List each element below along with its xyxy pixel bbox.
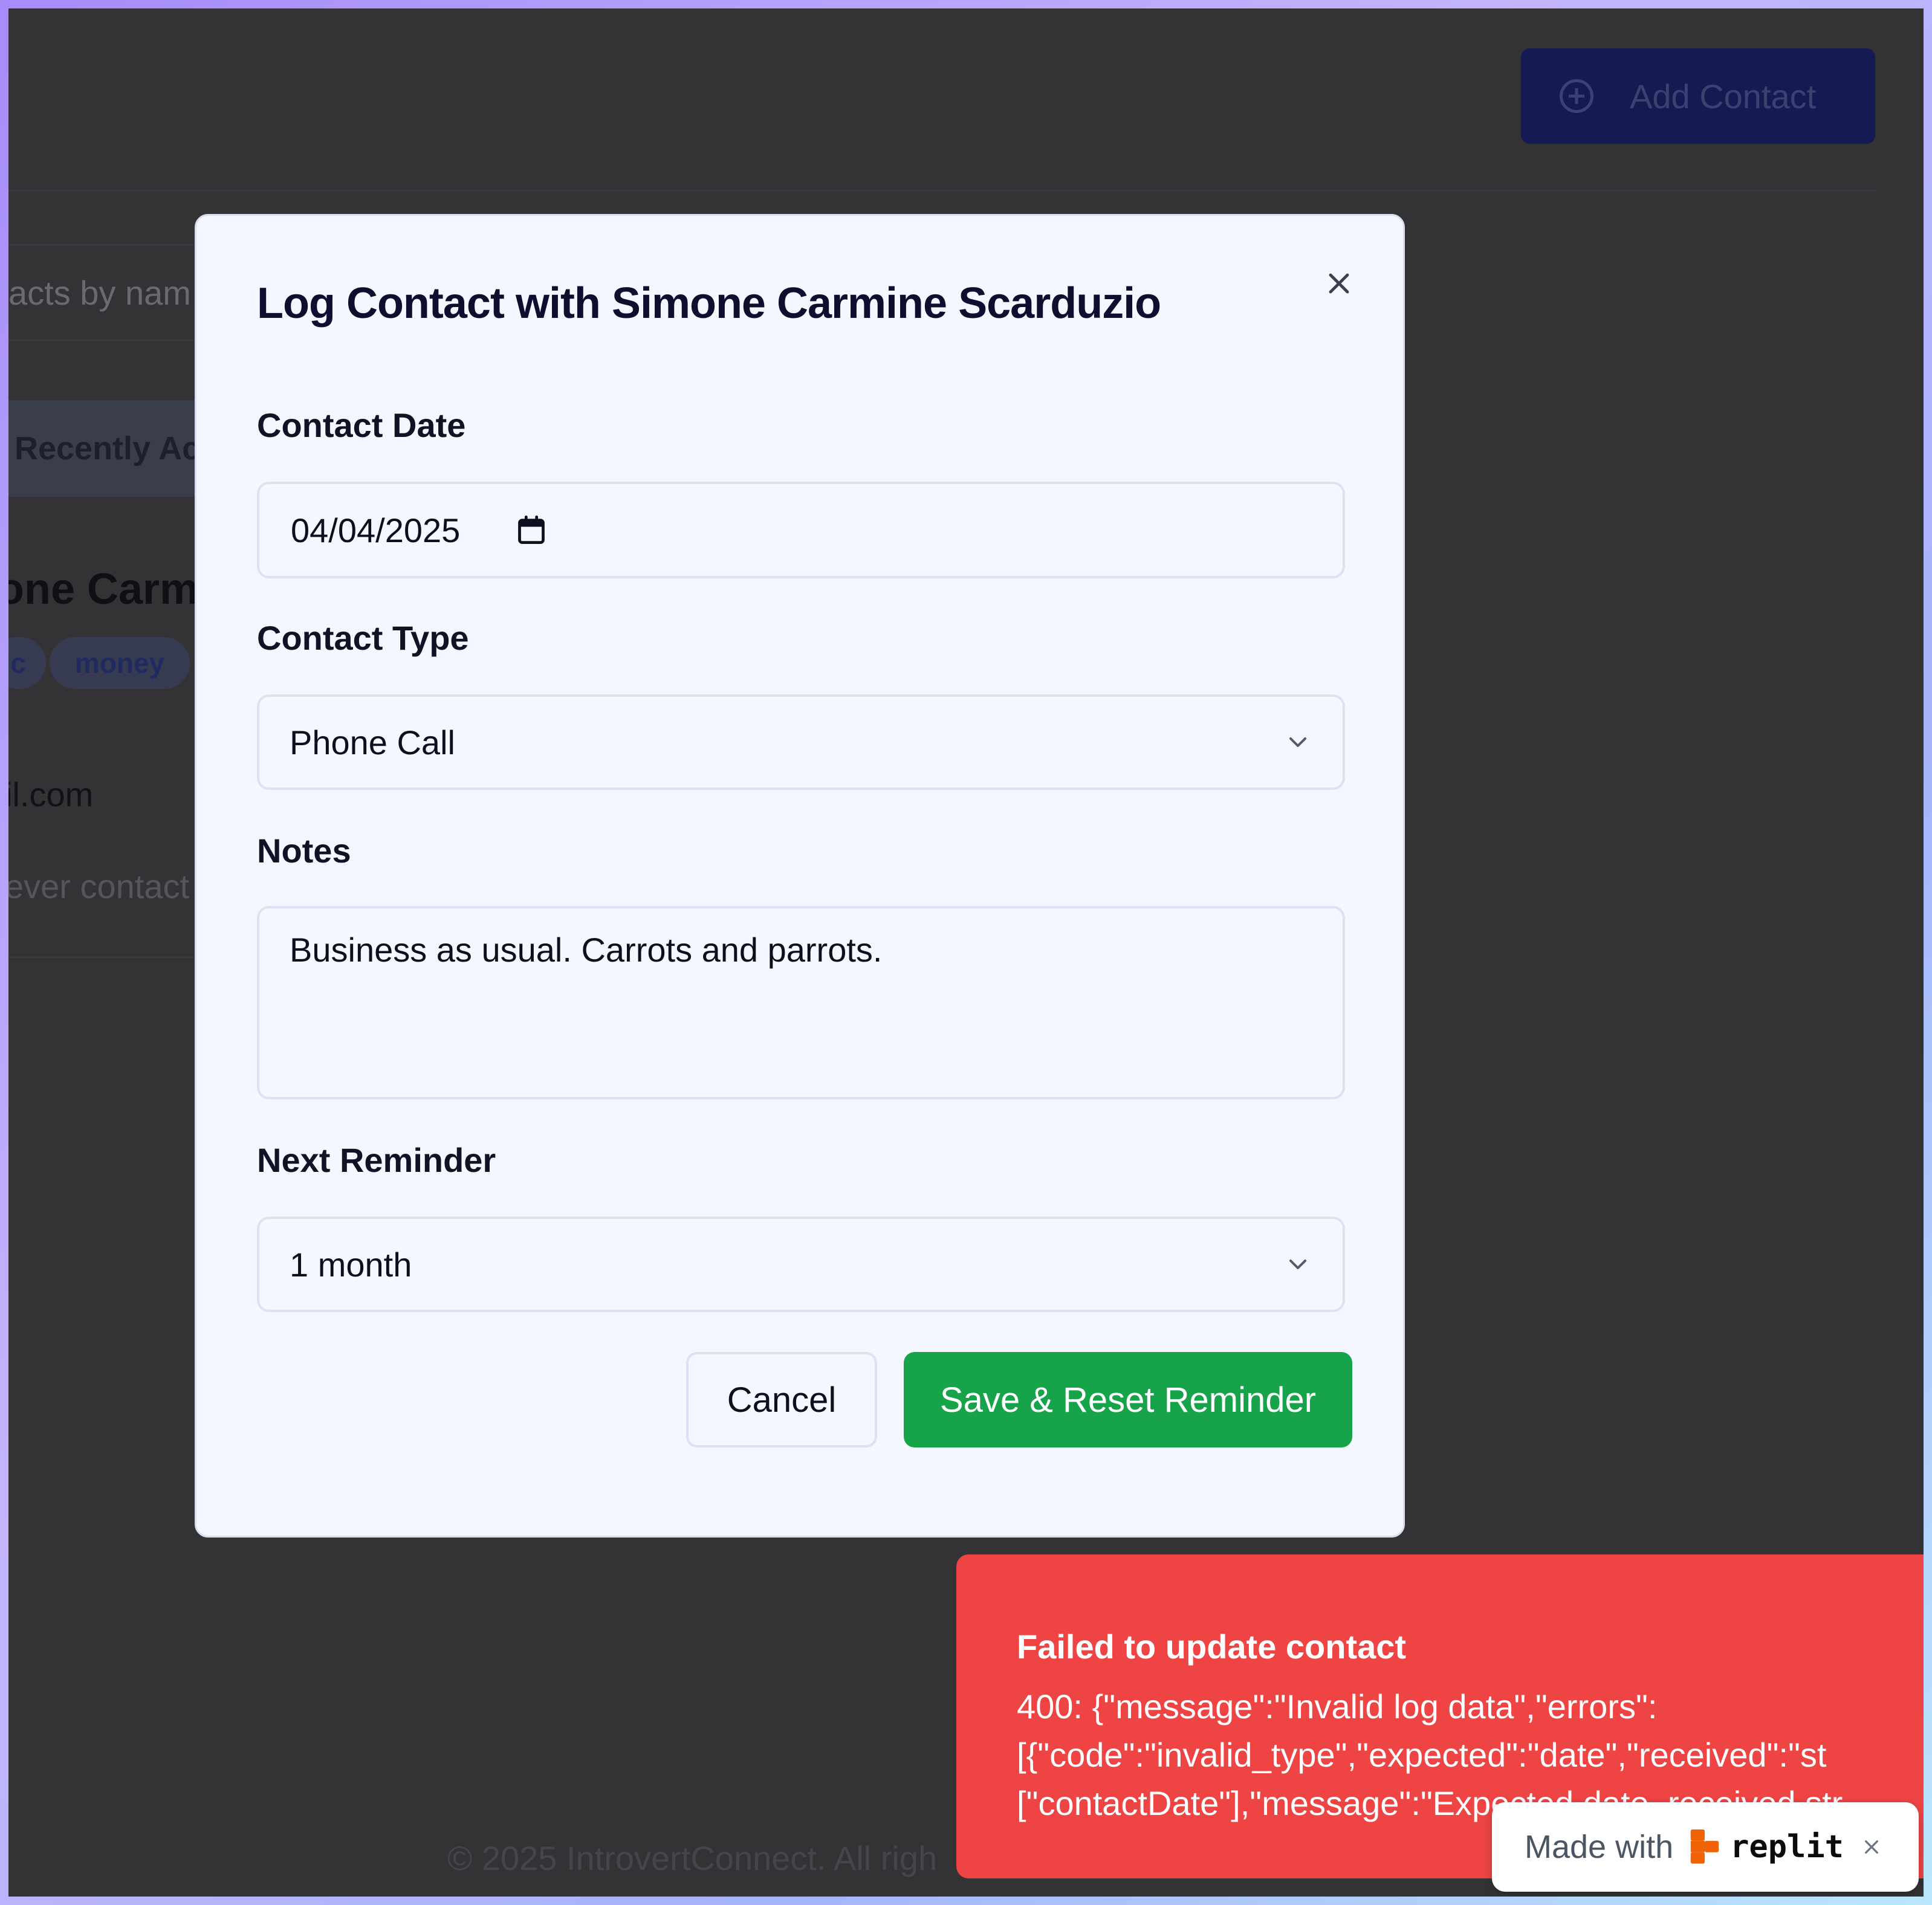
last-contact-text: ever contact <box>8 867 190 905</box>
badge-close-button[interactable] <box>1862 1837 1881 1857</box>
close-button[interactable] <box>1315 259 1363 308</box>
contact-date-label: Contact Date <box>257 406 466 444</box>
footer-text: © 2025 IntrovertConnect. All righ <box>447 1839 938 1877</box>
app-frame: Add Contact acts by nam Recently Ac one … <box>8 8 1924 1897</box>
badge-text: Made with <box>1525 1829 1674 1865</box>
contact-type-select[interactable]: Phone Call <box>257 694 1345 790</box>
notes-textarea[interactable]: Business as usual. Carrots and parrots. <box>257 906 1345 1099</box>
contact-name: one Carmi <box>8 565 211 613</box>
next-reminder-value: 1 month <box>290 1245 412 1284</box>
next-reminder-select[interactable]: 1 month <box>257 1217 1345 1312</box>
made-with-replit-badge[interactable]: Made with replit <box>1492 1802 1919 1892</box>
plus-circle-icon <box>1560 79 1593 113</box>
chevron-down-icon <box>1289 737 1306 747</box>
notes-label: Notes <box>257 832 351 870</box>
search-placeholder: acts by nam <box>8 273 191 312</box>
tag-badge: money <box>50 637 190 689</box>
add-contact-label: Add Contact <box>1630 77 1817 115</box>
notes-value: Business as usual. Carrots and parrots. <box>290 931 883 969</box>
dialog-title: Log Contact with Simone Carmine Scarduzi… <box>257 279 1161 328</box>
badge-brand: replit <box>1730 1829 1844 1865</box>
add-contact-button[interactable]: Add Contact <box>1521 48 1875 144</box>
toast-line: [{"code":"invalid_type","expected":"date… <box>1017 1736 1827 1774</box>
contact-date-value: 04/04/2025 <box>291 511 461 549</box>
contact-email: il.com <box>8 775 94 813</box>
toast-title: Failed to update contact <box>1017 1628 1407 1666</box>
card-divider <box>8 956 214 958</box>
close-icon <box>1329 273 1349 294</box>
calendar-icon[interactable] <box>516 514 547 546</box>
replit-logo-icon <box>1690 1829 1719 1865</box>
log-contact-dialog: Log Contact with Simone Carmine Scarduzi… <box>195 214 1405 1538</box>
save-reset-reminder-button[interactable]: Save & Reset Reminder <box>904 1352 1352 1447</box>
chevron-down-icon <box>1289 1260 1306 1269</box>
cancel-button[interactable]: Cancel <box>686 1352 877 1447</box>
contact-type-label: Contact Type <box>257 619 469 657</box>
contact-date-input[interactable]: 04/04/2025 <box>257 482 1345 578</box>
header-divider <box>8 190 1876 192</box>
toast-line: 400: {"message":"Invalid log data","erro… <box>1017 1687 1658 1725</box>
tag-badge: c <box>8 637 46 689</box>
tab-recently-active[interactable]: Recently Ac <box>8 400 214 497</box>
close-icon <box>1865 1840 1878 1854</box>
search-input[interactable]: acts by nam <box>8 244 214 341</box>
tab-label: Recently Ac <box>15 430 201 467</box>
contact-type-value: Phone Call <box>290 723 455 762</box>
next-reminder-label: Next Reminder <box>257 1141 496 1179</box>
